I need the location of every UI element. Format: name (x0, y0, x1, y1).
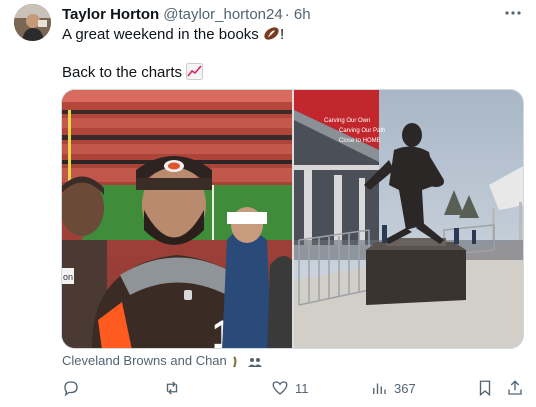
repost-icon (166, 381, 178, 395)
views-icon (373, 383, 386, 394)
more-icon[interactable] (504, 4, 522, 27)
bookmark-button[interactable] (476, 376, 494, 400)
tag-icon (230, 356, 244, 371)
share-icon (508, 380, 522, 395)
caption-text: Cleveland Browns and Chan (62, 353, 227, 368)
bookmark-icon (479, 380, 491, 397)
share-button[interactable] (506, 376, 524, 400)
people-icon (248, 356, 263, 371)
like-count: 11 (295, 380, 309, 396)
post-time[interactable]: · 6h (285, 6, 311, 23)
media-caption: Cleveland Browns and Chan (62, 353, 263, 371)
views-count: 367 (394, 380, 416, 396)
statue-photo[interactable]: Carving Our Own Carving Our Path Close t… (294, 90, 524, 349)
media-grid[interactable]: 12 on Carving Our Own Carving Our Path C… (61, 89, 524, 349)
reply-button[interactable] (62, 376, 86, 400)
repost-button[interactable] (163, 376, 187, 400)
stadium-selfie-photo[interactable]: 12 on (62, 90, 292, 349)
avatar[interactable] (14, 4, 51, 41)
post-text: A great weekend in the books (62, 26, 259, 43)
post-text-line-2: Back to the charts (62, 63, 204, 85)
jersey-tag: on (63, 272, 73, 282)
avatar-image (14, 4, 51, 41)
reply-icon (64, 381, 78, 397)
post-text-suffix: ! (279, 26, 285, 43)
post-text-line-1: A great weekend in the books ! (62, 25, 284, 47)
views-button[interactable]: 367 (370, 376, 416, 400)
sign-text-line-1: Carving Our Own (324, 118, 370, 124)
post-header: Taylor Horton @taylor_horton24 · 6h (62, 6, 311, 24)
chart-increasing-emoji-icon (186, 63, 204, 85)
heart-icon (272, 381, 288, 395)
author-handle[interactable]: @taylor_horton24 (163, 6, 282, 23)
football-emoji-icon (263, 25, 280, 47)
sign-text-line-3: Close to HOME (339, 138, 381, 144)
author-name[interactable]: Taylor Horton (62, 6, 159, 23)
like-button[interactable]: 11 (271, 376, 309, 400)
action-bar: 11 367 (0, 376, 536, 400)
post-text-2: Back to the charts (62, 64, 183, 81)
sign-text-line-2: Carving Our Path (339, 128, 385, 134)
